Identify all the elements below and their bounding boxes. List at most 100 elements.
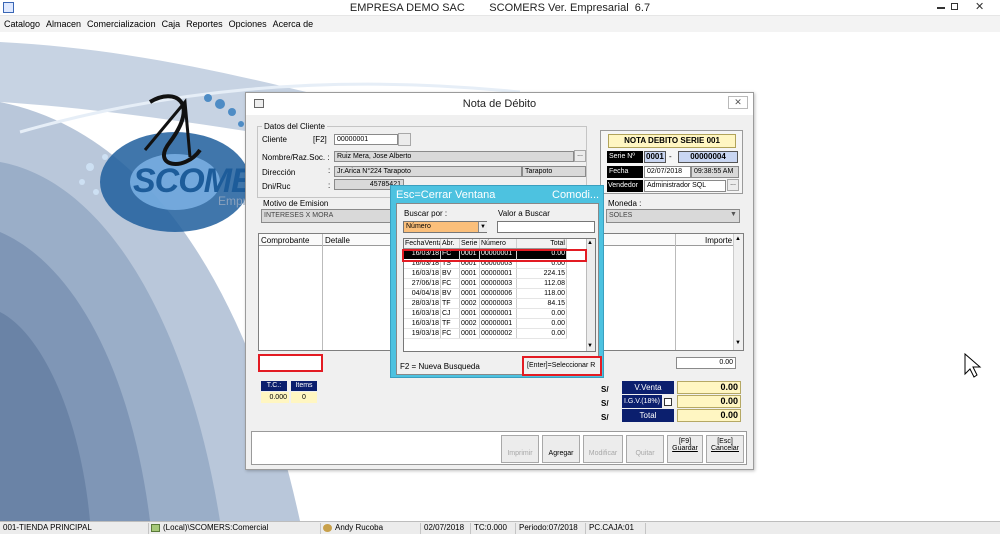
results-row[interactable]: 16/03/18 CJ 0001 00000001 0.00	[404, 309, 567, 319]
status-user: Andy Rucoba	[320, 523, 415, 534]
results-row[interactable]: 04/04/18 BV 0001 00000006 118.00	[404, 289, 567, 299]
chevron-up-icon[interactable]: ▲	[735, 236, 741, 242]
results-header-cell: Número	[480, 239, 517, 248]
chevron-down-icon[interactable]: ▼	[587, 343, 593, 349]
chevron-down-icon[interactable]: ▼	[730, 211, 737, 218]
results-cell: FC	[441, 329, 460, 338]
modificar-button[interactable]: Modificar	[583, 435, 623, 463]
fecha-field[interactable]: 02/07/2018	[644, 166, 691, 178]
tc-label: T.C.:	[261, 381, 287, 391]
status-tc: TC:0.000	[470, 523, 515, 534]
results-cell: 0001	[460, 269, 480, 278]
vendedor-lookup-button[interactable]: ...	[727, 179, 739, 191]
menu-bar: Catalogo Almacen Comercializacion Caja Repor…	[0, 16, 1000, 32]
cliente-label: Cliente	[262, 135, 287, 144]
vventa-label: V.Venta	[622, 381, 674, 394]
numero-field[interactable]: 00000004	[678, 151, 738, 163]
close-icon[interactable]: ✕	[975, 0, 984, 13]
cancelar-button[interactable]: [Esc] Cancelar	[706, 435, 744, 463]
vendedor-label: Vendedor	[607, 180, 643, 192]
results-cell: 0001	[460, 329, 480, 338]
igv-label: I.G.V.(18%)	[622, 395, 662, 408]
results-row[interactable]: 16/03/18 BV 0001 00000001 224.15	[404, 269, 567, 279]
moneda-select[interactable]: SOLES	[606, 209, 740, 223]
nombre-field[interactable]: Ruiz Mera, Jose Alberto	[334, 151, 574, 162]
igv-checkbox[interactable]	[664, 398, 672, 406]
serie-field[interactable]: 0001	[644, 151, 666, 163]
imprimir-button[interactable]: Imprimir	[501, 435, 539, 463]
restore-icon[interactable]	[951, 3, 958, 10]
agregar-button[interactable]: Agregar	[542, 435, 580, 463]
grid-header-detalle: Detalle	[325, 236, 350, 245]
results-header-row: FechaVenta Abr. Serie Número Total	[404, 239, 567, 249]
menu-reportes[interactable]: Reportes	[182, 16, 225, 29]
chevron-up-icon[interactable]: ▲	[587, 240, 593, 246]
results-cell: 0002	[460, 319, 480, 328]
grid-scrollbar[interactable]	[733, 234, 743, 350]
results-cell: 112.08	[517, 279, 567, 288]
f2-label: [F2]	[313, 135, 327, 144]
results-header-cell: Serie	[460, 239, 480, 248]
results-cell: 0001	[460, 279, 480, 288]
results-cell: 224.15	[517, 269, 567, 278]
status-database: (Local)\SCOMERS:Comercial	[148, 523, 318, 534]
results-scrollbar[interactable]	[586, 239, 595, 351]
menu-comercializacion[interactable]: Comercializacion	[83, 16, 158, 29]
results-row[interactable]: 27/06/18 FC 0001 00000003 112.08	[404, 279, 567, 289]
results-row[interactable]: 19/03/18 FC 0001 00000002 0.00	[404, 329, 567, 339]
status-bar: 001-TIENDA PRINCIPAL (Local)\SCOMERS:Com…	[0, 521, 1000, 534]
items-label: Items	[291, 381, 317, 391]
results-cell: 00000006	[480, 289, 517, 298]
results-cell: 0001	[460, 309, 480, 318]
results-row[interactable]: 16/03/18 TF 0002 00000001 0.00	[404, 319, 567, 329]
popup-title: Esc=Cerrar Ventana	[396, 189, 496, 201]
vventa-currency: S/	[601, 385, 609, 394]
nombre-label: Nombre/Raz.Soc. :	[262, 153, 330, 162]
valor-buscar-input[interactable]	[497, 221, 595, 233]
search-field-highlight[interactable]	[258, 354, 323, 372]
igv-currency: S/	[601, 399, 609, 408]
window-title: EMPRESA DEMO SAC SCOMERS Ver. Empresaria…	[349, 2, 651, 14]
results-cell: 0.00	[517, 319, 567, 328]
chevron-down-icon[interactable]: ▼	[735, 340, 741, 346]
motivo-select[interactable]: INTERESES X MORA	[261, 209, 396, 223]
cliente-lookup-button[interactable]	[398, 133, 411, 146]
chevron-down-icon[interactable]: ▼	[478, 222, 487, 232]
results-cell: 27/06/18	[404, 279, 441, 288]
buscar-por-select[interactable]: Número	[403, 221, 487, 233]
results-cell: BV	[441, 269, 460, 278]
serie-dash: -	[669, 152, 672, 161]
results-cell: CJ	[441, 309, 460, 318]
popup-footer-right[interactable]: [Enter]=Seleccionar R	[522, 356, 602, 376]
dialog-titlebar: Nota de Débito ✕	[246, 93, 753, 115]
results-cell: 00000003	[480, 299, 517, 308]
menu-almacen[interactable]: Almacen	[42, 16, 83, 29]
vventa-value: 0.00	[677, 381, 741, 394]
menu-catalogo[interactable]: Catalogo	[0, 16, 42, 29]
results-cell: TF	[441, 319, 460, 328]
hora-field: 09:38:55 AM	[691, 166, 739, 178]
cliente-code-field[interactable]: 00000001	[334, 134, 398, 145]
results-cell: 84.15	[517, 299, 567, 308]
popup-body: Buscar por : Valor a Buscar Número ▼ Fec…	[396, 203, 599, 375]
menu-acerca[interactable]: Acerca de	[269, 16, 316, 29]
mouse-cursor-icon	[964, 352, 982, 378]
results-row[interactable]: 28/03/18 TF 0002 00000003 84.15	[404, 299, 567, 309]
menu-opciones[interactable]: Opciones	[225, 16, 269, 29]
cancelar-key: [Esc]	[717, 438, 733, 445]
results-cell: 0001	[460, 289, 480, 298]
menu-caja[interactable]: Caja	[158, 16, 183, 29]
nombre-lookup-button[interactable]: ...	[574, 150, 586, 162]
results-cell: 118.00	[517, 289, 567, 298]
minimize-icon[interactable]	[937, 7, 945, 9]
dialog-close-button[interactable]: ✕	[728, 96, 748, 109]
tc-value: 0.000	[261, 392, 289, 403]
results-cell: 00000002	[480, 329, 517, 338]
ciudad-field[interactable]: Tarapoto	[522, 166, 586, 177]
quitar-button[interactable]: Quitar	[626, 435, 664, 463]
direccion-field[interactable]: Jr.Arica N°224 Tarapoto	[334, 166, 522, 177]
dialog-title: Nota de Débito	[462, 98, 537, 110]
vendedor-field[interactable]: Administrador SQL	[644, 180, 726, 192]
guardar-label: Guardar	[672, 445, 698, 452]
guardar-button[interactable]: [F9] Guardar	[667, 435, 703, 463]
